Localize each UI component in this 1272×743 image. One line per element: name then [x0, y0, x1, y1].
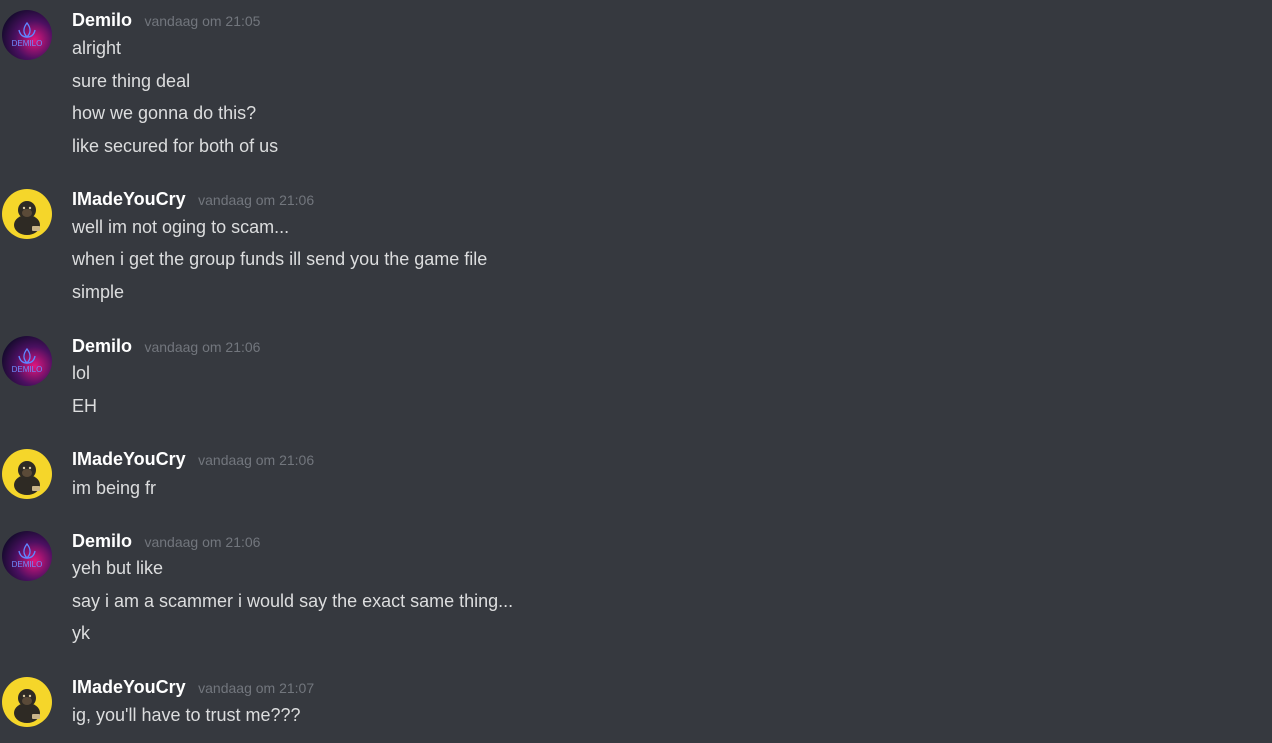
- svg-text:DEMILO: DEMILO: [12, 560, 43, 569]
- demilo-logo-avatar-icon: DEMILO: [2, 531, 52, 581]
- message-timestamp[interactable]: vandaag om 21:06: [144, 339, 260, 355]
- message-text: alright: [72, 38, 122, 58]
- author-username[interactable]: IMadeYouCry: [72, 189, 186, 209]
- message-text: EH: [72, 396, 98, 416]
- demilo-logo-avatar-icon: DEMILO: [2, 10, 52, 60]
- message-header: Demilo vandaag om 21:05: [72, 10, 260, 34]
- message-header: Demilo vandaag om 21:06: [72, 531, 260, 555]
- demilo-avatar[interactable]: DEMILO: [2, 10, 52, 60]
- message-header: IMadeYouCry vandaag om 21:06: [72, 449, 314, 473]
- message-text: lol: [72, 363, 91, 383]
- author-username[interactable]: Demilo: [72, 531, 132, 551]
- message-text: when i get the group funds ill send you …: [72, 249, 488, 269]
- message-header: IMadeYouCry vandaag om 21:07: [72, 677, 314, 701]
- message-text: ig, you'll have to trust me???: [72, 705, 301, 725]
- demilo-avatar[interactable]: DEMILO: [2, 336, 52, 386]
- message-text: like secured for both of us: [72, 136, 279, 156]
- message-timestamp[interactable]: vandaag om 21:06: [198, 192, 314, 208]
- svg-text:DEMILO: DEMILO: [12, 39, 43, 48]
- message-text: sure thing deal: [72, 71, 191, 91]
- demilo-logo-avatar-icon: DEMILO: [2, 336, 52, 386]
- message-timestamp[interactable]: vandaag om 21:07: [198, 680, 314, 696]
- message-text: how we gonna do this?: [72, 103, 257, 123]
- imadeyoucry-avatar[interactable]: [2, 449, 52, 499]
- imadeyoucry-avatar[interactable]: [2, 677, 52, 727]
- author-username[interactable]: Demilo: [72, 10, 132, 30]
- author-username[interactable]: IMadeYouCry: [72, 677, 186, 697]
- author-username[interactable]: IMadeYouCry: [72, 449, 186, 469]
- author-username[interactable]: Demilo: [72, 336, 132, 356]
- demilo-avatar[interactable]: DEMILO: [2, 531, 52, 581]
- message-timestamp[interactable]: vandaag om 21:05: [144, 13, 260, 29]
- chat-message-list: DEMILO Demilo vandaag om 21:05 alright s…: [0, 0, 1272, 743]
- gorilla-avatar-icon: [2, 189, 52, 239]
- message-text: say i am a scammer i would say the exact…: [72, 591, 514, 611]
- gorilla-avatar-icon: [2, 677, 52, 727]
- svg-text:DEMILO: DEMILO: [12, 365, 43, 374]
- message-text: yk: [72, 623, 90, 643]
- message-timestamp[interactable]: vandaag om 21:06: [198, 452, 314, 468]
- message-text: im being fr: [72, 478, 157, 498]
- message-text: yeh but like: [72, 558, 164, 578]
- message-text: simple: [72, 282, 125, 302]
- imadeyoucry-avatar[interactable]: [2, 189, 52, 239]
- message-header: Demilo vandaag om 21:06: [72, 336, 260, 360]
- message-timestamp[interactable]: vandaag om 21:06: [144, 534, 260, 550]
- gorilla-avatar-icon: [2, 449, 52, 499]
- message-header: IMadeYouCry vandaag om 21:06: [72, 189, 314, 213]
- message-text: well im not oging to scam...: [72, 217, 290, 237]
